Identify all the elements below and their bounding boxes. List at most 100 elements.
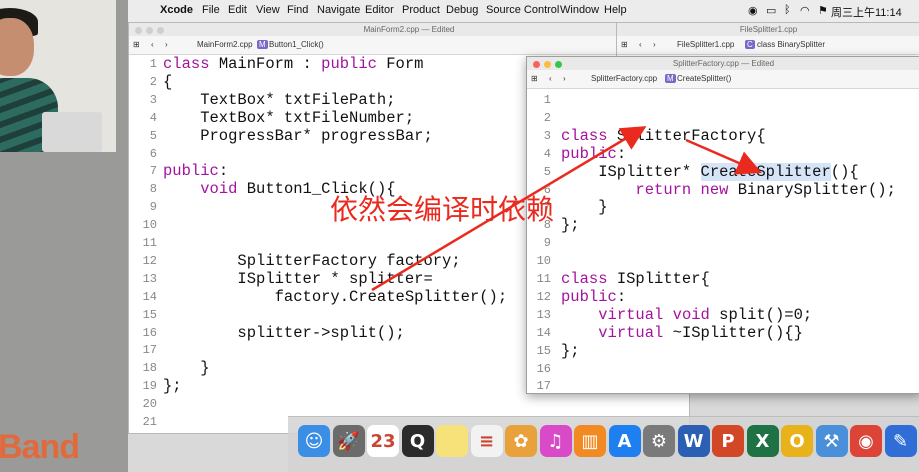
code-line: public: bbox=[561, 287, 627, 306]
code-line: ISplitter* CreateSplitter(){ bbox=[561, 162, 859, 181]
laptop bbox=[42, 112, 102, 152]
line-number: 21 bbox=[142, 415, 157, 429]
main-window-titlebar: MainForm2.cpp — Edited bbox=[129, 23, 689, 36]
related-items-icon[interactable]: ⊞ bbox=[531, 74, 538, 83]
code-line: public: bbox=[163, 162, 229, 181]
calendar-icon[interactable]: 23 bbox=[367, 425, 399, 457]
code-line: }; bbox=[561, 216, 580, 235]
line-number: 17 bbox=[142, 343, 157, 358]
method-badge-icon: M bbox=[665, 74, 676, 83]
code-line: public: bbox=[561, 144, 627, 163]
menu-edit[interactable]: Edit bbox=[228, 4, 247, 16]
breadcrumb-file[interactable]: FileSplitter1.cpp bbox=[677, 40, 734, 49]
code-line: SplitterFactory factory; bbox=[163, 251, 461, 270]
code-line: class SplitterFactory{ bbox=[561, 126, 766, 145]
line-number: 17 bbox=[536, 379, 551, 394]
breadcrumb-method[interactable]: CreateSplitter() bbox=[677, 74, 731, 83]
line-number: 2 bbox=[543, 110, 551, 125]
record-icon[interactable]: ◉ bbox=[748, 4, 758, 17]
forward-arrow-icon[interactable]: › bbox=[165, 40, 168, 49]
notes-icon[interactable] bbox=[436, 425, 468, 457]
menu-file[interactable]: File bbox=[202, 4, 220, 16]
menu-editor[interactable]: Editor bbox=[365, 4, 394, 16]
close-button[interactable] bbox=[533, 61, 540, 68]
quicktime-icon[interactable]: Q bbox=[401, 425, 434, 457]
back-arrow-icon[interactable]: ‹ bbox=[151, 40, 154, 49]
menu-navigate[interactable]: Navigate bbox=[317, 4, 360, 16]
code-line: ProgressBar* progressBar; bbox=[163, 126, 433, 145]
line-number: 14 bbox=[536, 325, 551, 340]
close-button[interactable] bbox=[135, 27, 142, 34]
word-icon[interactable]: W bbox=[677, 425, 710, 457]
line-number: 9 bbox=[149, 200, 157, 215]
menu-view[interactable]: View bbox=[256, 4, 280, 16]
ibooks-icon[interactable]: ▥ bbox=[574, 425, 606, 457]
launchpad-icon[interactable]: 🚀 bbox=[332, 425, 365, 457]
app-menu-xcode[interactable]: Xcode bbox=[160, 4, 193, 16]
menu-help[interactable]: Help bbox=[604, 4, 627, 16]
airplay-icon[interactable]: ▭ bbox=[766, 4, 776, 17]
itunes-icon[interactable]: ♫ bbox=[539, 425, 572, 457]
flag-icon[interactable]: ⚑ bbox=[818, 4, 828, 17]
splitter-factory-window: SplitterFactory.cpp — Edited ⊞ ‹ › Split… bbox=[526, 56, 919, 394]
line-number: 1 bbox=[149, 57, 157, 71]
minimize-button[interactable] bbox=[146, 27, 153, 34]
xcode-dev-icon[interactable]: ✎ bbox=[884, 425, 917, 457]
forward-arrow-icon[interactable]: › bbox=[563, 74, 566, 83]
code-line: factory.CreateSplitter(); bbox=[163, 287, 508, 306]
line-number: 16 bbox=[142, 325, 157, 340]
front-jump-bar: ⊞ ‹ › SplitterFactory.cpp M CreateSplitt… bbox=[527, 70, 919, 89]
forward-arrow-icon[interactable]: › bbox=[653, 40, 656, 49]
line-number: 12 bbox=[536, 289, 551, 304]
line-number: 11 bbox=[536, 272, 551, 286]
code-line: TextBox* txtFileNumber; bbox=[163, 108, 415, 127]
photos-icon[interactable]: ✿ bbox=[505, 425, 537, 457]
line-number: 14 bbox=[142, 289, 157, 304]
zoom-button[interactable] bbox=[555, 61, 562, 68]
powerpoint-icon[interactable]: P bbox=[712, 425, 744, 457]
breadcrumb-file[interactable]: SplitterFactory.cpp bbox=[591, 74, 657, 83]
related-items-icon[interactable]: ⊞ bbox=[621, 40, 628, 49]
back-window-title: FileSplitter1.cpp bbox=[739, 25, 798, 34]
back-arrow-icon[interactable]: ‹ bbox=[639, 40, 642, 49]
presenter-head bbox=[0, 18, 34, 76]
line-number: 18 bbox=[142, 361, 157, 376]
wifi-icon[interactable]: ◠ bbox=[800, 4, 810, 17]
xcode-icon[interactable]: ⚒ bbox=[815, 425, 848, 457]
menu-find[interactable]: Find bbox=[287, 4, 308, 16]
zoom-button[interactable] bbox=[157, 27, 164, 34]
brand-logo-text: Band bbox=[0, 428, 80, 466]
mac-screen: Xcode File Edit View Find Navigate Edito… bbox=[128, 0, 919, 472]
line-number: 1 bbox=[543, 93, 551, 107]
finder-icon[interactable]: ☺ bbox=[298, 425, 330, 457]
appstore-icon[interactable]: A bbox=[608, 425, 641, 457]
system-preferences-icon[interactable]: ⚙ bbox=[643, 425, 675, 457]
menubar-clock[interactable]: 周三上午11:14 bbox=[831, 4, 902, 20]
back-arrow-icon[interactable]: ‹ bbox=[549, 74, 552, 83]
bluetooth-icon[interactable]: ᛒ bbox=[784, 4, 791, 16]
breadcrumb-file[interactable]: MainForm2.cpp bbox=[197, 40, 253, 49]
menu-window[interactable]: Window bbox=[560, 4, 599, 16]
menu-source-control[interactable]: Source Control bbox=[486, 4, 559, 16]
line-number: 16 bbox=[536, 361, 551, 376]
line-number: 13 bbox=[142, 271, 157, 286]
menu-debug[interactable]: Debug bbox=[446, 4, 478, 16]
line-number: 4 bbox=[149, 110, 157, 125]
back-jump-bar: ⊞ ‹ › FileSplitter1.cpp C class BinarySp… bbox=[617, 36, 919, 55]
presenter-webcam bbox=[0, 0, 116, 152]
chrome-icon[interactable]: ◉ bbox=[850, 425, 882, 457]
code-line: class MainForm : public Form bbox=[163, 55, 424, 73]
excel-icon[interactable]: X bbox=[746, 425, 779, 457]
breadcrumb-method[interactable]: Button1_Click() bbox=[269, 40, 324, 49]
code-line: }; bbox=[561, 341, 580, 360]
class-badge-icon: C bbox=[745, 40, 755, 49]
menu-product[interactable]: Product bbox=[402, 4, 440, 16]
reminders-icon[interactable]: ≡ bbox=[470, 425, 503, 457]
code-line: virtual ~ISplitter(){} bbox=[598, 323, 803, 342]
related-items-icon[interactable]: ⊞ bbox=[133, 40, 140, 49]
onenote-icon[interactable]: O bbox=[781, 425, 813, 457]
breadcrumb-class[interactable]: class BinarySplitter bbox=[757, 40, 825, 49]
method-badge-icon: M bbox=[257, 40, 268, 49]
line-number: 4 bbox=[543, 146, 551, 161]
minimize-button[interactable] bbox=[544, 61, 551, 68]
